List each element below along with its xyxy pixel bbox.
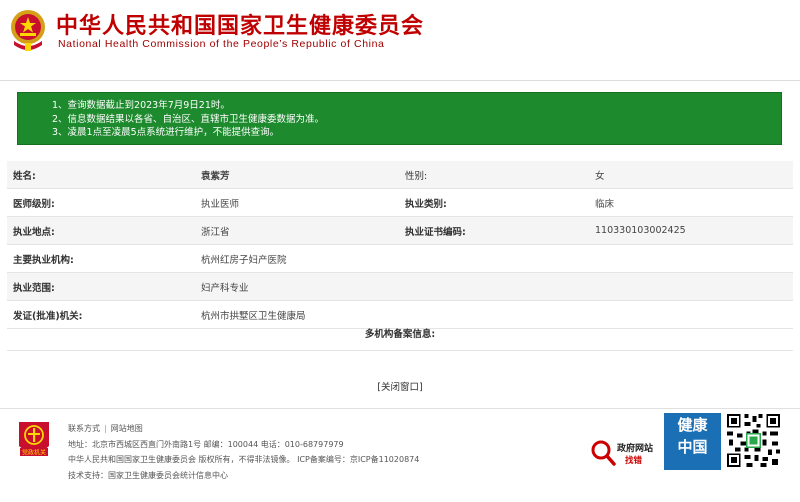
footer-divider bbox=[0, 408, 800, 409]
footer-info: 联系方式 | 网站地图 地址：北京市西城区西直门外南路1号 邮编：100044 电话… bbox=[68, 421, 419, 483]
name-label: 姓名: bbox=[7, 161, 195, 189]
category-label: 执业类别: bbox=[399, 188, 589, 217]
cert-value: 110330103002425 bbox=[589, 216, 793, 245]
physician-info-table: 姓名: 袁紫芳 性别: 女 医师级别: 执业医师 执业类别: 临床 执业地点: … bbox=[7, 161, 793, 329]
national-emblem-icon bbox=[11, 10, 45, 51]
health-china-logo[interactable]: 健康 中国 bbox=[664, 413, 721, 470]
table-row: 执业地点: 浙江省 执业证书编码: 110330103002425 bbox=[7, 216, 793, 245]
gov-find-label-1: 政府网站 bbox=[617, 444, 654, 454]
gov-site-report-button[interactable]: 政府网站 找错 bbox=[590, 437, 658, 467]
issuer-label: 发证(批准)机关: bbox=[7, 300, 195, 329]
notice-line-1: 1、查询数据截止到2023年7月9日21时。 bbox=[52, 100, 230, 111]
close-window-link[interactable]: [关闭窗口] bbox=[0, 379, 800, 393]
scope-label: 执业范围: bbox=[7, 272, 195, 301]
footer-copyright: 中华人民共和国国家卫生健康委员会 版权所有，不得非法镜像。 ICP备案编号：京I… bbox=[68, 455, 420, 464]
notice-line-3: 3、凌晨1点至凌晨5点系统进行维护，不能提供查询。 bbox=[52, 127, 280, 138]
table-row: 姓名: 袁紫芳 性别: 女 bbox=[7, 161, 793, 189]
table-row: 医师级别: 执业医师 执业类别: 临床 bbox=[7, 188, 793, 217]
table-row: 执业范围: 妇产科专业 bbox=[7, 272, 793, 301]
gender-label: 性别: bbox=[399, 161, 589, 189]
site-header: 中华人民共和国国家卫生健康委员会 National Health Commiss… bbox=[0, 0, 800, 62]
location-value: 浙江省 bbox=[195, 216, 399, 245]
name-value: 袁紫芳 bbox=[195, 161, 399, 189]
multi-institution-label: 多机构备案信息: bbox=[364, 329, 436, 340]
party-gov-badge-icon[interactable]: 党政机关 bbox=[16, 418, 52, 462]
category-value: 临床 bbox=[589, 188, 793, 217]
contact-link[interactable]: 联系方式 bbox=[68, 424, 100, 433]
institution-value: 杭州红房子妇产医院 bbox=[195, 244, 793, 273]
notice-line-2: 2、信息数据结果以各省、自治区、直辖市卫生健康委数据为准。 bbox=[52, 113, 325, 125]
search-magnifier-icon bbox=[591, 440, 616, 466]
table-row: 发证(批准)机关: 杭州市拱墅区卫生健康局 bbox=[7, 300, 793, 329]
table-row: 主要执业机构: 杭州红房子妇产医院 bbox=[7, 244, 793, 273]
health-china-line-2: 中国 bbox=[677, 438, 708, 456]
header-divider bbox=[0, 80, 800, 81]
health-china-line-1: 健康 bbox=[677, 416, 708, 434]
gov-find-label-2: 找错 bbox=[625, 456, 643, 466]
institution-label: 主要执业机构: bbox=[7, 244, 195, 273]
cert-label: 执业证书编码: bbox=[399, 216, 589, 245]
site-title-en: National Health Commission of the People… bbox=[58, 38, 385, 50]
location-label: 执业地点: bbox=[7, 216, 195, 245]
site-title-cn: 中华人民共和国国家卫生健康委员会 bbox=[56, 14, 425, 39]
qr-code-icon bbox=[725, 412, 782, 469]
issuer-value: 杭州市拱墅区卫生健康局 bbox=[195, 300, 793, 329]
gender-value: 女 bbox=[589, 161, 793, 189]
level-value: 执业医师 bbox=[195, 188, 399, 217]
query-notice-box: 1、查询数据截止到2023年7月9日21时。 2、信息数据结果以各省、自治区、直… bbox=[17, 92, 782, 145]
sitemap-link[interactable]: 网站地图 bbox=[111, 424, 143, 433]
footer-address: 地址：北京市西城区西直门外南路1号 邮编：100044 电话：010-68797… bbox=[68, 439, 344, 449]
level-label: 医师级别: bbox=[7, 188, 195, 217]
section-divider bbox=[7, 350, 793, 351]
badge-text: 党政机关 bbox=[22, 449, 46, 457]
scope-value: 妇产科专业 bbox=[195, 272, 793, 301]
footer-support: 技术支持：国家卫生健康委员会统计信息中心 bbox=[68, 470, 228, 480]
